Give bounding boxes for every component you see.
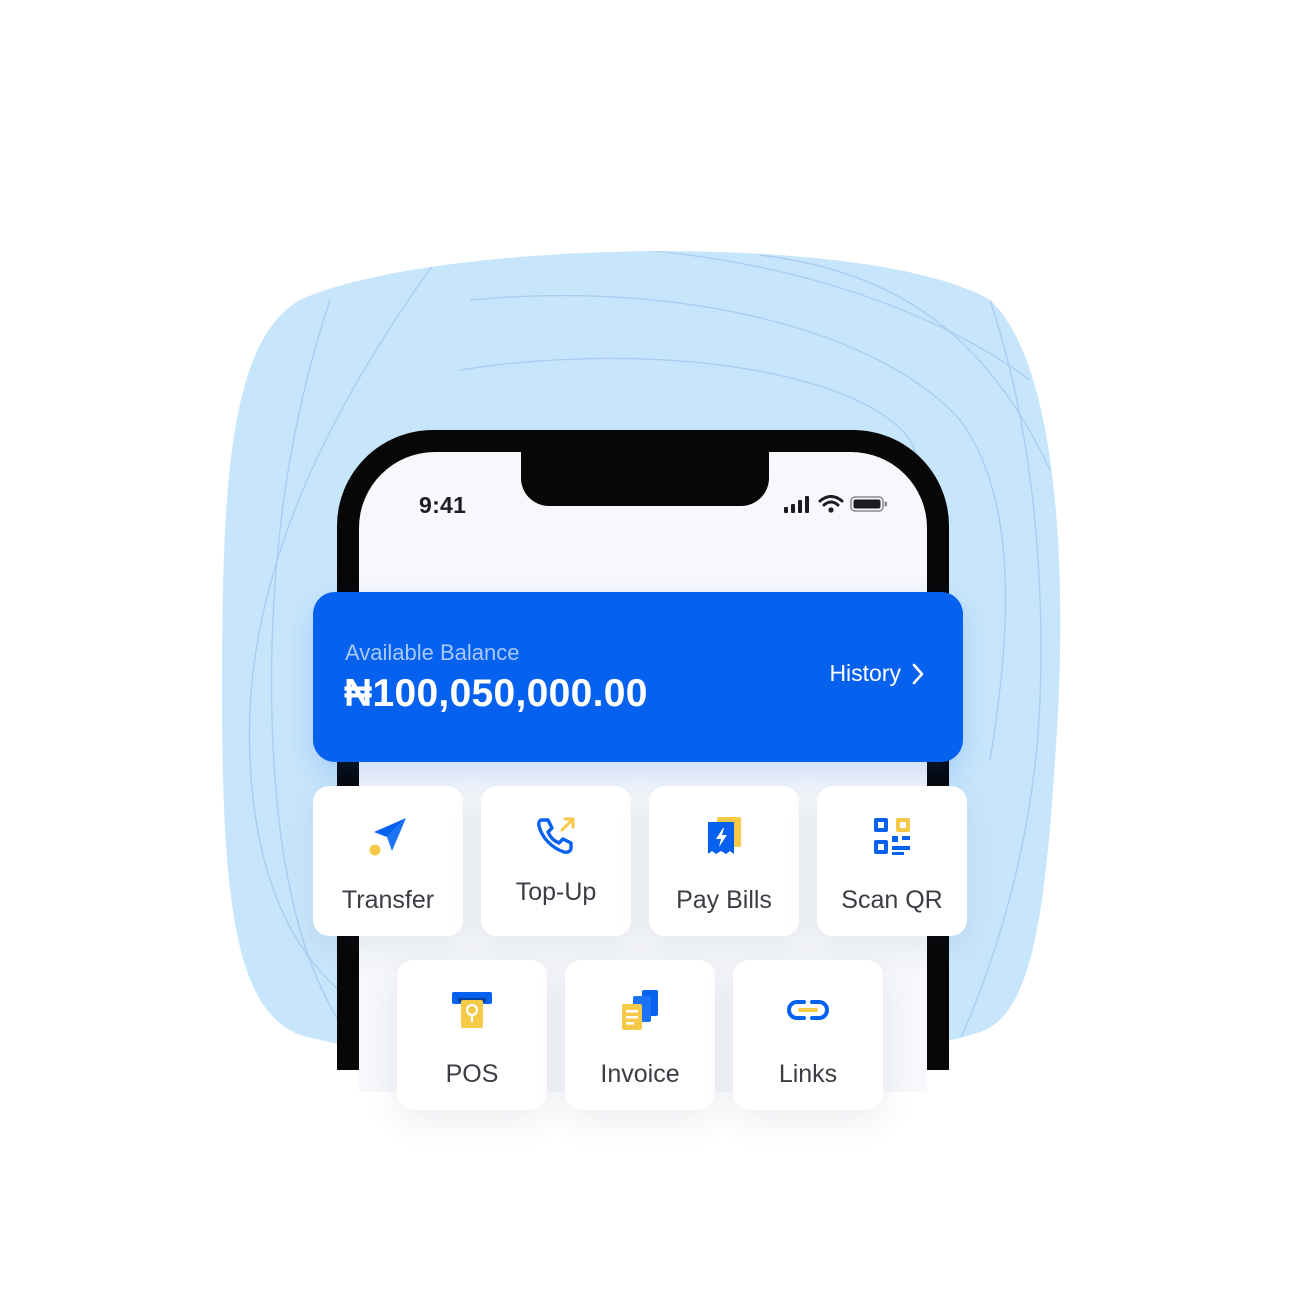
action-label: POS [445, 1060, 499, 1088]
action-label: Pay Bills [676, 886, 772, 914]
phone-notch [521, 452, 769, 506]
wifi-icon [818, 495, 844, 513]
send-icon [369, 818, 406, 856]
scan-qr-button[interactable]: Scan QR [817, 786, 967, 936]
action-label: Scan QR [841, 886, 943, 914]
history-label: History [829, 660, 901, 686]
balance-amount: ₦100,050,000.00 [344, 672, 648, 715]
pos-terminal-icon [452, 992, 492, 1028]
qr-code-icon [874, 818, 910, 855]
action-label: Invoice [600, 1060, 680, 1088]
history-link[interactable]: History [829, 660, 925, 687]
links-button[interactable]: Links [733, 960, 883, 1110]
pay-bills-button[interactable]: Pay Bills [649, 786, 799, 936]
status-icons [784, 495, 888, 513]
balance-label: Available Balance [345, 640, 520, 665]
action-label: Links [778, 1060, 838, 1088]
link-icon [786, 1000, 830, 1020]
transfer-button[interactable]: Transfer [313, 786, 463, 936]
bill-receipt-icon [708, 817, 741, 854]
pos-button[interactable]: POS [397, 960, 547, 1110]
action-label: Top-Up [515, 878, 597, 906]
chevron-right-icon [912, 663, 924, 684]
signal-icon [784, 496, 809, 513]
battery-icon [850, 496, 887, 512]
phone-call-icon [537, 817, 575, 854]
balance-card: Available Balance ₦100,050,000.00 Histor… [313, 592, 963, 762]
invoice-button[interactable]: Invoice [565, 960, 715, 1110]
status-time: 9:41 [419, 492, 467, 518]
invoice-icon [622, 990, 658, 1030]
top-up-button[interactable]: Top-Up [481, 786, 631, 936]
action-label: Transfer [341, 886, 435, 914]
